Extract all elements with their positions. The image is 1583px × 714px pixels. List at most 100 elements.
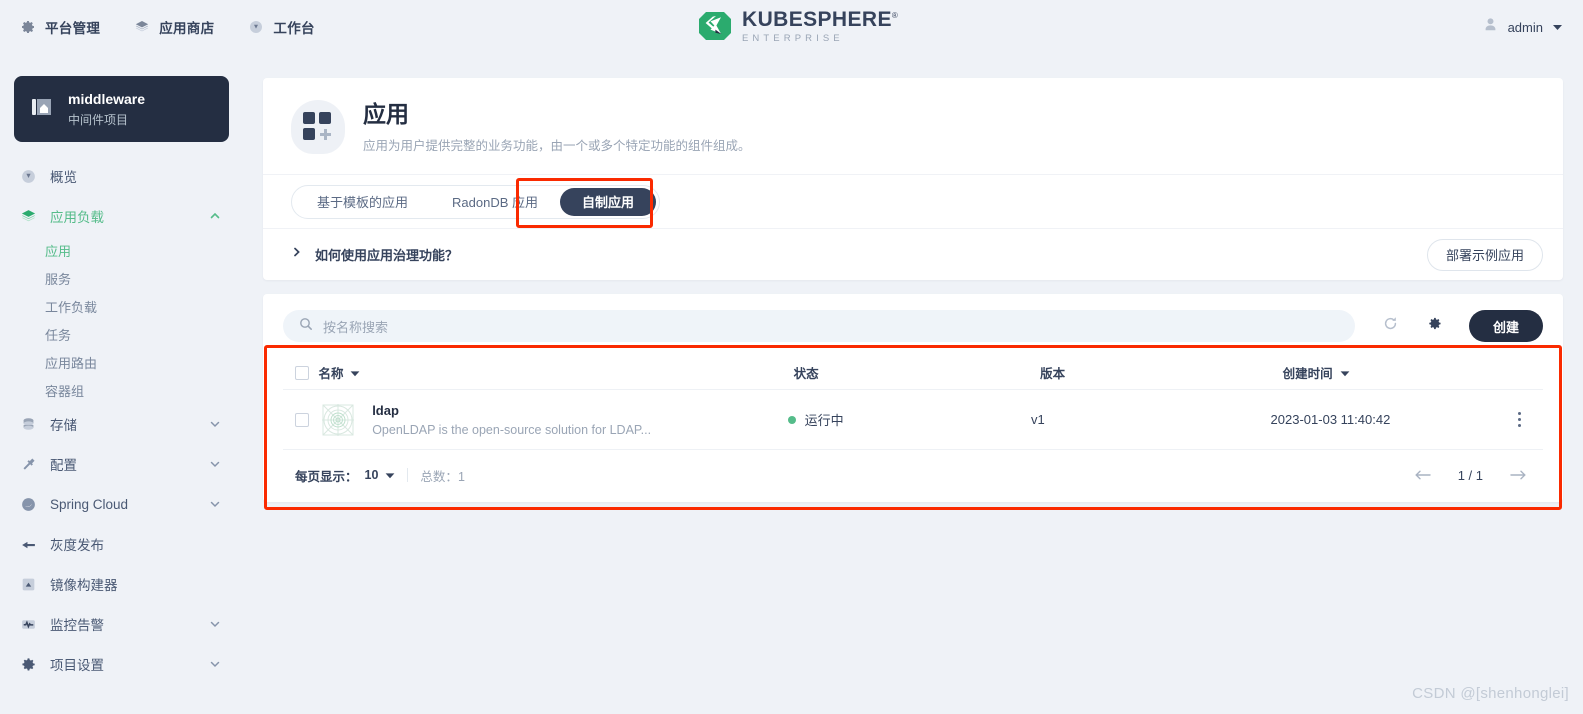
prev-page-button[interactable] [1414,469,1432,481]
sidebar-item-monitoring-alert[interactable]: 监控告警 [0,604,243,644]
sidebar-subitem-services[interactable]: 服务 [0,264,243,292]
search-input[interactable]: 按名称搜索 [283,310,1355,342]
topnav-item-workbench[interactable]: 工作台 [248,17,315,37]
sidebar-sublabel: 服务 [45,271,72,287]
chevron-down-icon [209,498,221,510]
row-name-cell: ldap OpenLDAP is the open-source solutio… [318,399,787,440]
sidebar-sublabel: 应用路由 [45,355,98,371]
sidebar-item-grayscale-release[interactable]: 灰度发布 [0,524,243,564]
create-button[interactable]: 创建 [1468,310,1543,342]
sidebar-label: 概览 [50,170,77,185]
arrow-right-icon [1510,470,1526,480]
refresh-button[interactable] [1369,310,1413,342]
sidebar-item-image-builder[interactable]: 镜像构建器 [0,564,243,604]
sidebar-subitem-pods[interactable]: 容器组 [0,376,243,404]
search-placeholder: 按名称搜索 [323,319,389,335]
table-footer: 每页显示： 10 总数：1 1 / 1 [283,450,1543,500]
chevron-down-icon [209,658,221,670]
user-menu[interactable]: admin [1482,0,1563,54]
main-content: 应用 应用为用户提供完整的业务功能，由一个或多个特定功能的组件组成。 基于模板的… [243,54,1583,714]
grayscale-release-icon [20,536,37,553]
sidebar-subitem-workloads[interactable]: 工作负载 [0,292,243,320]
total-label: 总数： [420,469,458,484]
sidebar-sublabel: 任务 [45,327,72,343]
sidebar-label: Spring Cloud [50,496,129,512]
spring-cloud-icon [20,496,37,513]
sidebar-item-project-settings[interactable]: 项目设置 [0,644,243,684]
sidebar-item-storage[interactable]: 存储 [0,404,243,444]
tab-template-apps[interactable]: 基于模板的应用 [295,188,430,216]
kubesphere-mark-icon [699,12,731,41]
sidebar-item-spring-cloud[interactable]: Spring Cloud [0,484,243,524]
help-text: 如何使用应用治理功能？ [315,248,459,263]
per-page-selector[interactable]: 每页显示： 10 [295,466,395,485]
chevron-down-icon [1552,18,1563,36]
help-toggle[interactable]: 如何使用应用治理功能？ [291,245,458,264]
watermark: CSDN @[shenhonglei] [1412,685,1569,702]
status-dot-icon [787,415,796,424]
chevron-up-icon [209,210,221,222]
brand-registered-mark: ® [891,11,899,20]
sidebar-subitem-jobs[interactable]: 任务 [0,320,243,348]
sidebar-item-overview[interactable]: 概览 [0,156,243,196]
tab-group: 基于模板的应用 RadonDB 应用 自制应用 [291,184,661,219]
sidebar-sublabel: 容器组 [45,383,85,399]
app-name: ldap [372,402,399,418]
list-toolbar: 按名称搜索 创建 [263,294,1563,356]
tab-radondb-apps[interactable]: RadonDB 应用 [430,188,560,216]
select-all-checkbox[interactable] [295,365,309,380]
project-name: middleware [68,90,146,107]
chevron-down-icon [209,618,221,630]
sidebar-label: 灰度发布 [50,538,104,553]
sidebar-subitem-routes[interactable]: 应用路由 [0,348,243,376]
column-header-created-time[interactable]: 创建时间 [1283,363,1527,382]
brand-subtitle: ENTERPRISE [742,33,844,44]
row-actions-cell [1512,406,1543,433]
page-indicator: 1 / 1 [1457,467,1483,483]
tab-label: 基于模板的应用 [317,195,409,210]
sidebar-submenu-workload: 应用 服务 工作负载 任务 应用路由 容器组 [0,236,243,404]
topnav-label: 应用商店 [159,21,215,36]
top-nav: 平台管理 应用商店 工作台 [0,17,315,37]
table-settings-button[interactable] [1413,310,1457,342]
chevron-down-icon [209,458,221,470]
row-checkbox[interactable] [295,412,309,427]
app-thumbnail-icon [318,399,359,440]
status-label: 运行中 [804,413,844,428]
total-value: 1 [457,469,465,484]
sidebar-sublabel: 工作负载 [45,299,98,315]
project-card[interactable]: middleware 中间件项目 [14,76,229,142]
deploy-sample-app-button[interactable]: 部署示例应用 [1426,238,1543,271]
tab-custom-apps[interactable]: 自制应用 [560,187,657,216]
row-more-menu-button[interactable] [1512,406,1527,433]
sort-arrow-icon [1340,366,1350,380]
column-label: 名称 [318,367,344,381]
row-created-time: 2023-01-03 11:40:42 [1270,412,1391,427]
topnav-item-appstore[interactable]: 应用商店 [134,17,214,37]
pagination: 1 / 1 [1414,468,1527,483]
table-row[interactable]: ldap OpenLDAP is the open-source solutio… [283,390,1543,450]
next-page-button[interactable] [1509,469,1527,481]
app-description: OpenLDAP is the open-source solution for… [372,422,652,437]
sidebar-item-workload[interactable]: 应用负载 [0,196,243,236]
sidebar-subitem-apps[interactable]: 应用 [0,236,243,264]
sidebar-item-config[interactable]: 配置 [0,444,243,484]
tab-label: RadonDB 应用 [452,195,538,210]
brand-name-text: KUBESPHERE [742,8,892,31]
apps-table: 名称 状态 版本 创建时间 ldap OpenLDAP is the open-… [283,356,1543,500]
sidebar-label: 镜像构建器 [50,578,118,593]
footer-divider [407,468,409,482]
topnav-label: 工作台 [273,21,315,36]
top-bar: 平台管理 应用商店 工作台 KUBESPHERE® ENTERPRISE adm… [0,0,1583,54]
storage-icon [20,416,37,433]
column-header-name[interactable]: 名称 [318,363,793,382]
sidebar: middleware 中间件项目 概览 应用负载 应用 服务 工作负载 任务 应… [0,54,243,714]
column-label: 版本 [1040,367,1066,381]
page-title: 应用 [363,101,409,128]
project-icon [28,93,56,126]
per-page-label: 每页显示： [295,469,358,484]
tabs-row: 基于模板的应用 RadonDB 应用 自制应用 [263,174,1563,228]
topnav-item-platform[interactable]: 平台管理 [20,17,100,37]
user-avatar-icon [1482,16,1499,38]
kubesphere-logo: KUBESPHERE® ENTERPRISE [697,9,898,44]
